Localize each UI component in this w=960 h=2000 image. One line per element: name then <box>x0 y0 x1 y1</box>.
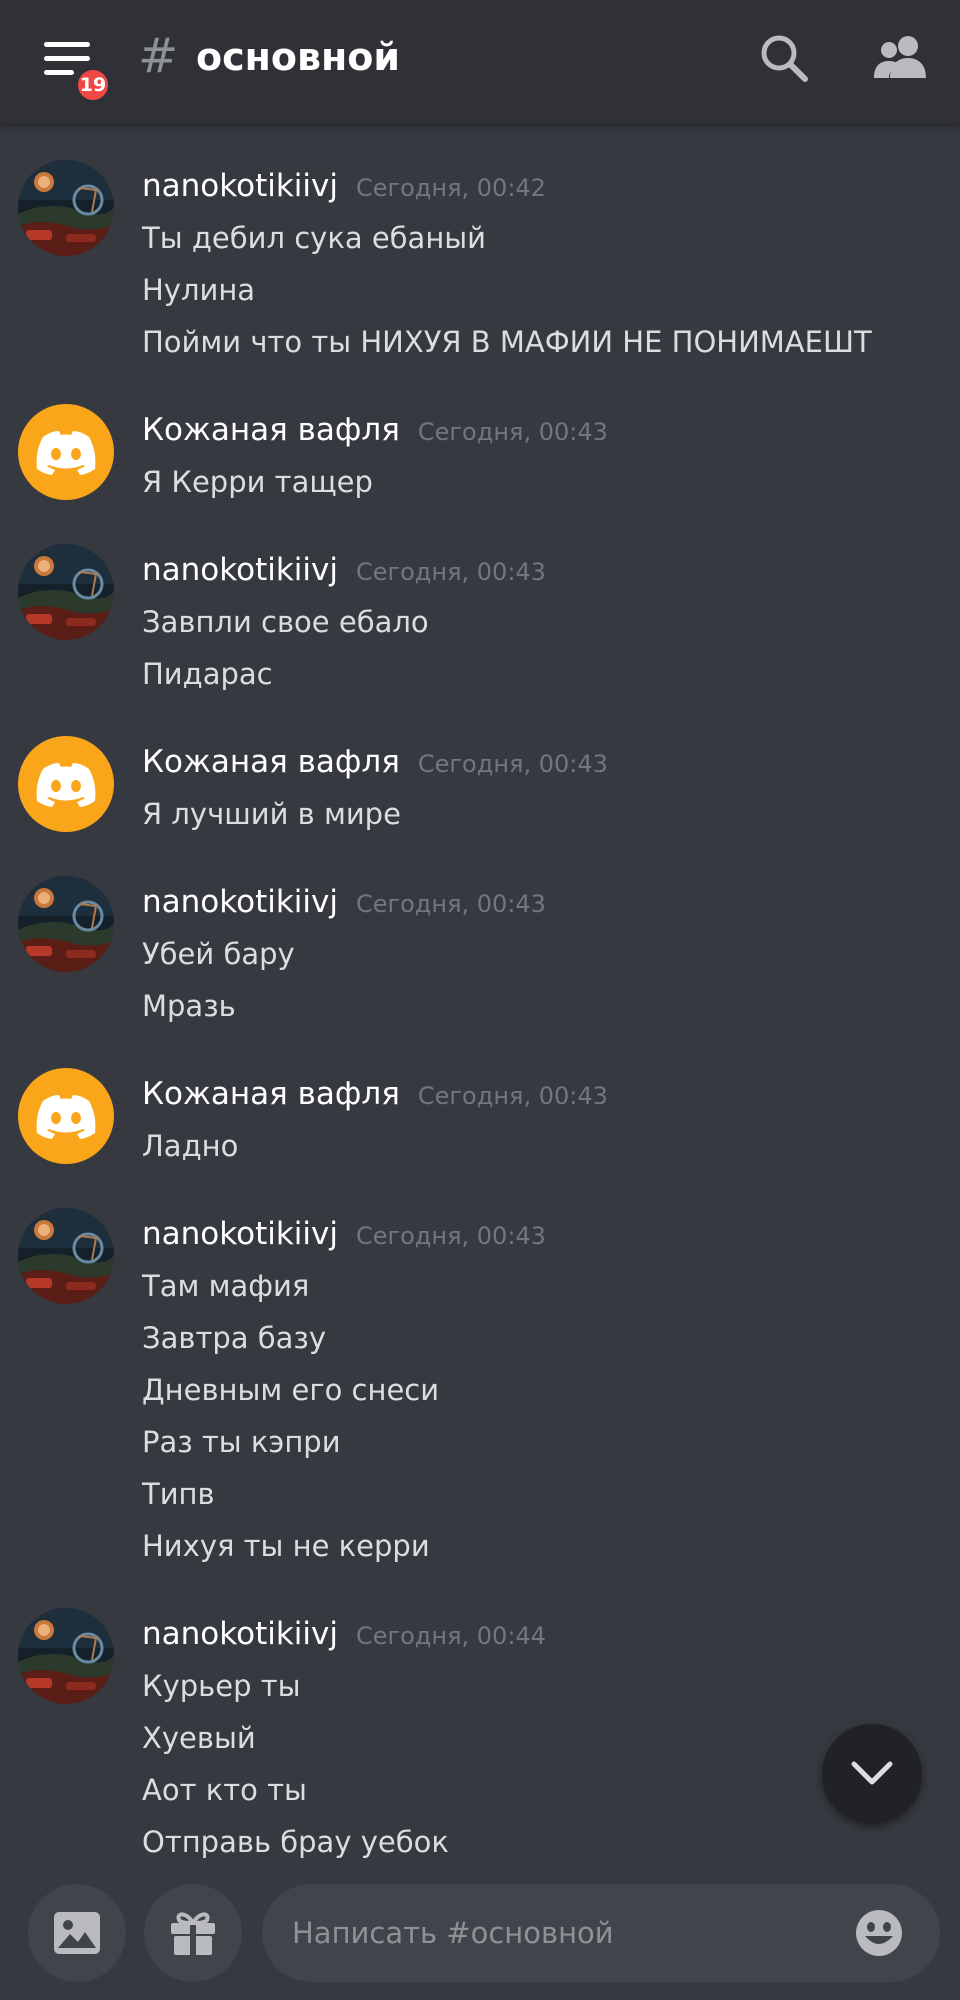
message-input-container <box>262 1884 940 1982</box>
profile-picture-art <box>18 1208 114 1304</box>
message-header: nanokotikiivj Сегодня, 00:44 <box>142 1608 960 1660</box>
channel-hash-icon: # <box>138 28 179 84</box>
message-group[interactable]: nanokotikiivj Сегодня, 00:43 Завпли свое е… <box>0 508 960 700</box>
gift-icon <box>171 1912 215 1955</box>
message-group[interactable]: Кожаная вафля Сегодня, 00:43 Я Керри тащер <box>0 368 960 508</box>
message-header: Кожаная вафля Сегодня, 00:43 <box>142 1068 960 1120</box>
message-text[interactable]: Ладно <box>142 1120 960 1172</box>
discord-logo-icon <box>36 431 96 475</box>
avatar[interactable] <box>18 1608 114 1704</box>
message-text[interactable]: Убей бару <box>142 928 960 980</box>
avatar[interactable] <box>18 404 114 500</box>
message-text[interactable]: Завтра базу <box>142 1312 960 1364</box>
gift-button[interactable] <box>144 1884 242 1982</box>
message-text[interactable]: Я Керри тащер <box>142 456 960 508</box>
discord-logo-icon <box>36 1095 96 1139</box>
message-group[interactable]: nanokotikiivj Сегодня, 00:43 Убей бару Мраз… <box>0 840 960 1032</box>
message-group[interactable]: nanokotikiivj Сегодня, 00:42 Ты дебил сука… <box>0 124 960 368</box>
hamburger-icon-bar <box>44 42 90 47</box>
avatar[interactable] <box>18 876 114 972</box>
members-button[interactable] <box>872 32 928 84</box>
message-text[interactable]: Нихуя ты не керри <box>142 1520 960 1572</box>
username[interactable]: nanokotikiivj <box>142 876 338 928</box>
chevron-down-icon <box>851 1761 893 1785</box>
avatar[interactable] <box>18 160 114 256</box>
timestamp: Сегодня, 00:43 <box>417 1082 608 1110</box>
unread-badge: 19 <box>74 66 112 104</box>
image-icon <box>54 1912 100 1954</box>
username[interactable]: nanokotikiivj <box>142 1608 338 1660</box>
channel-header: 19 # основной <box>0 0 960 124</box>
username[interactable]: Кожаная вафля <box>142 404 400 456</box>
timestamp: Сегодня, 00:43 <box>355 890 546 918</box>
hamburger-icon-bar <box>44 56 90 61</box>
discord-logo-icon <box>36 763 96 807</box>
message-header: nanokotikiivj Сегодня, 00:43 <box>142 876 960 928</box>
timestamp: Сегодня, 00:44 <box>355 1622 546 1650</box>
message-input[interactable] <box>292 1884 832 1982</box>
timestamp: Сегодня, 00:43 <box>417 750 608 778</box>
attach-image-button[interactable] <box>28 1884 126 1982</box>
hamburger-icon-bar <box>44 70 74 75</box>
search-button[interactable] <box>758 32 810 84</box>
message-header: nanokotikiivj Сегодня, 00:42 <box>142 160 960 212</box>
timestamp: Сегодня, 00:43 <box>355 558 546 586</box>
channel-title: основной <box>196 35 401 79</box>
message-text[interactable]: Отправь брау уебок <box>142 1816 960 1862</box>
members-icon <box>874 36 926 78</box>
emoji-button[interactable] <box>854 1908 904 1958</box>
username[interactable]: nanokotikiivj <box>142 160 338 212</box>
message-header: nanokotikiivj Сегодня, 00:43 <box>142 544 960 596</box>
username[interactable]: Кожаная вафля <box>142 1068 400 1120</box>
username[interactable]: nanokotikiivj <box>142 544 338 596</box>
message-text[interactable]: Типв <box>142 1468 960 1520</box>
message-group[interactable]: Кожаная вафля Сегодня, 00:43 Я лучший в ми… <box>0 700 960 840</box>
message-text[interactable]: Курьер ты <box>142 1660 960 1712</box>
message-header: nanokotikiivj Сегодня, 00:43 <box>142 1208 960 1260</box>
username[interactable]: Кожаная вафля <box>142 736 400 788</box>
timestamp: Сегодня, 00:43 <box>417 418 608 446</box>
username[interactable]: nanokotikiivj <box>142 1208 338 1260</box>
message-composer <box>0 1862 960 2000</box>
message-text[interactable]: Мразь <box>142 980 960 1032</box>
avatar[interactable] <box>18 1068 114 1164</box>
message-group[interactable]: nanokotikiivj Сегодня, 00:44 Курьер ты Хуев… <box>0 1572 960 1862</box>
profile-picture-art <box>18 876 114 972</box>
message-text[interactable]: Там мафия <box>142 1260 960 1312</box>
timestamp: Сегодня, 00:43 <box>355 1222 546 1250</box>
message-text[interactable]: Дневным его снеси <box>142 1364 960 1416</box>
profile-picture-art <box>18 544 114 640</box>
avatar[interactable] <box>18 1208 114 1304</box>
message-group[interactable]: Кожаная вафля Сегодня, 00:43 Ладно <box>0 1032 960 1172</box>
profile-picture-art <box>18 160 114 256</box>
avatar[interactable] <box>18 544 114 640</box>
message-group[interactable]: nanokotikiivj Сегодня, 00:43 Там мафия Завт… <box>0 1172 960 1572</box>
message-text[interactable]: Нулина <box>142 264 960 316</box>
profile-picture-art <box>18 1608 114 1704</box>
search-icon <box>761 35 808 82</box>
message-header: Кожаная вафля Сегодня, 00:43 <box>142 404 960 456</box>
message-text[interactable]: Ты дебил сука ебаный <box>142 212 960 264</box>
message-list[interactable]: nanokotikiivj Сегодня, 00:42 Ты дебил сука… <box>0 124 960 1862</box>
message-text[interactable]: Завпли свое ебало <box>142 596 960 648</box>
emoji-icon <box>856 1910 902 1956</box>
scroll-to-bottom-button[interactable] <box>822 1724 922 1824</box>
message-text[interactable]: Пидарас <box>142 648 960 700</box>
message-text[interactable]: Я лучший в мире <box>142 788 960 840</box>
message-header: Кожаная вафля Сегодня, 00:43 <box>142 736 960 788</box>
message-text[interactable]: Пойми что ты НИХУЯ В МАФИИ НЕ ПОНИМАЕШТ <box>142 316 960 368</box>
timestamp: Сегодня, 00:42 <box>355 174 546 202</box>
message-text[interactable]: Раз ты кэпри <box>142 1416 960 1468</box>
avatar[interactable] <box>18 736 114 832</box>
